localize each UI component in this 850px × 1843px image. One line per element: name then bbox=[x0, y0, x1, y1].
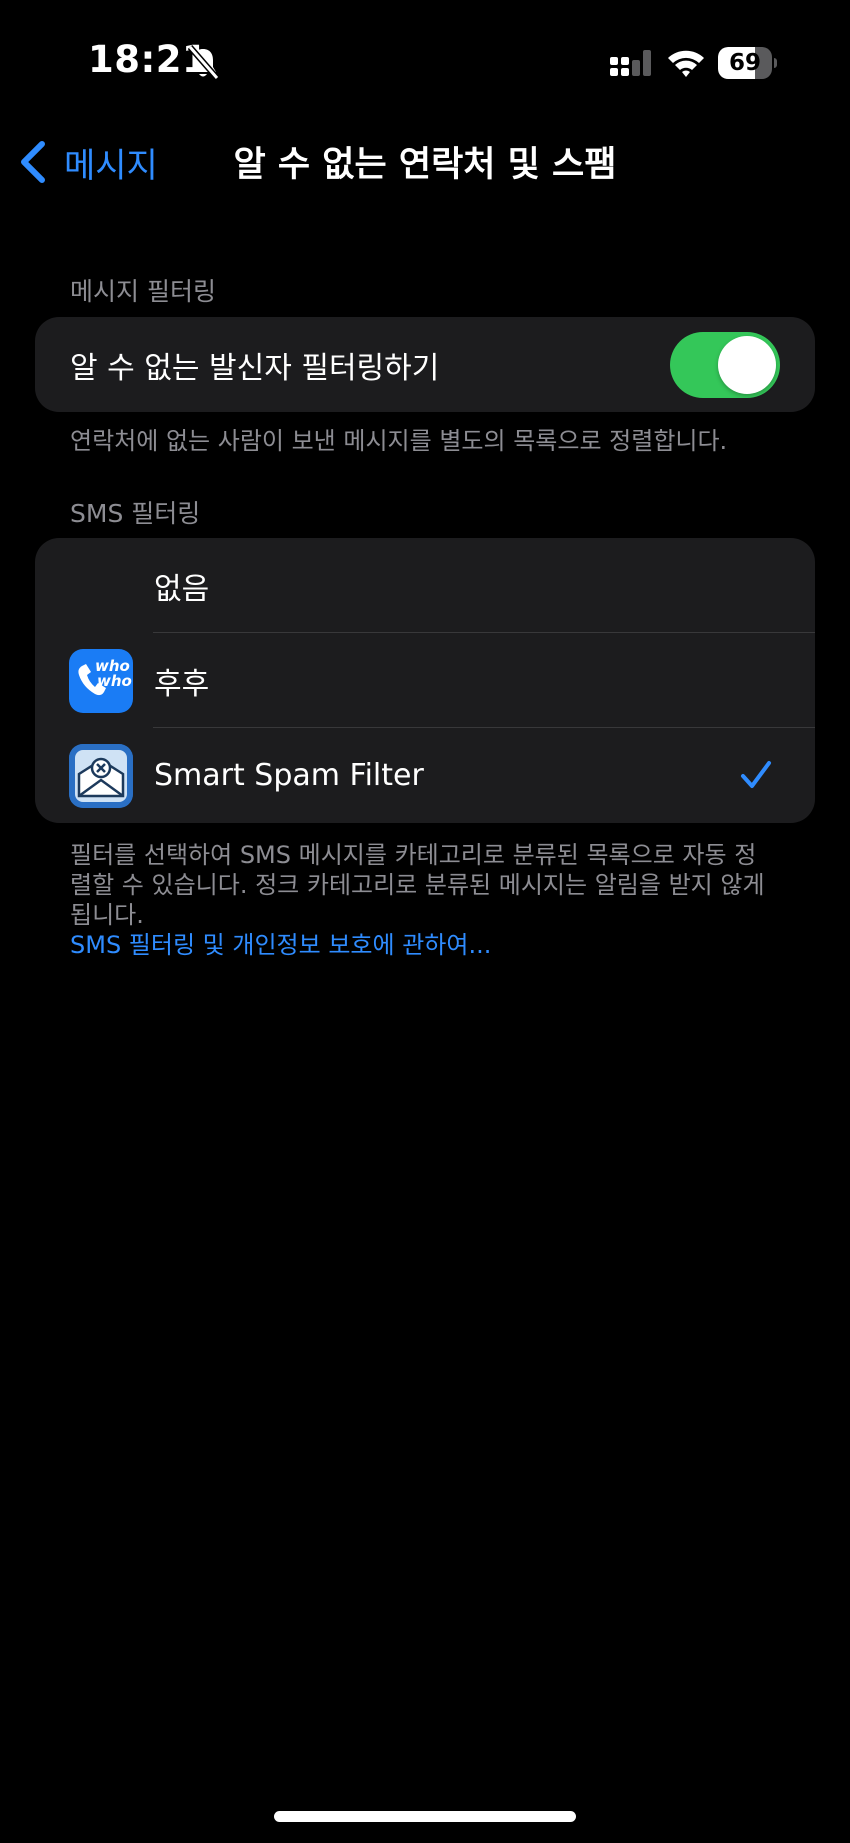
whowho-icon-text: who who bbox=[95, 657, 132, 690]
message-filtering-card: 알 수 없는 발신자 필터링하기 bbox=[35, 317, 815, 412]
sms-filtering-footer-text: 필터를 선택하여 SMS 메시지를 카테고리로 분류된 목록으로 자동 정렬할 … bbox=[70, 841, 765, 929]
checkmark-icon bbox=[741, 761, 771, 788]
back-button[interactable]: 메시지 bbox=[14, 132, 158, 192]
page-title: 알 수 없는 연락처 및 스팸 bbox=[233, 145, 617, 185]
sms-filter-option-whowho[interactable]: who who 후후 bbox=[35, 633, 815, 728]
envelope-block-icon bbox=[69, 744, 133, 808]
back-button-label: 메시지 bbox=[64, 145, 158, 186]
cellular-signal-icon bbox=[610, 50, 651, 76]
battery-level: 69 bbox=[728, 50, 761, 76]
filter-unknown-senders-toggle[interactable] bbox=[670, 332, 780, 398]
home-indicator[interactable] bbox=[274, 1811, 576, 1822]
sms-filter-option-none[interactable]: 없음 bbox=[35, 538, 815, 633]
sms-filtering-privacy-link[interactable]: SMS 필터링 및 개인정보 보호에 관하여... bbox=[70, 930, 770, 960]
wifi-icon bbox=[668, 50, 704, 77]
battery-cap bbox=[774, 58, 777, 68]
sms-filter-option-label: 후후 bbox=[154, 666, 210, 702]
filter-unknown-senders-row: 알 수 없는 발신자 필터링하기 bbox=[35, 317, 815, 412]
message-filtering-header: 메시지 필터링 bbox=[70, 277, 216, 306]
message-filtering-footer: 연락처에 없는 사람이 보낸 메시지를 별도의 목록으로 정렬합니다. bbox=[70, 427, 728, 455]
filter-unknown-senders-label: 알 수 없는 발신자 필터링하기 bbox=[70, 350, 440, 386]
sms-filter-option-label: Smart Spam Filter bbox=[154, 758, 424, 793]
chevron-left-icon bbox=[21, 141, 45, 183]
sms-filter-option-smart-spam-filter[interactable]: Smart Spam Filter bbox=[35, 728, 815, 823]
status-bar: 18:21 69 bbox=[0, 0, 850, 120]
battery-indicator: 69 bbox=[718, 47, 777, 79]
bell-slash-icon bbox=[187, 45, 220, 80]
sms-filtering-card: 없음 who who 후후 Smart Spam Filter bbox=[35, 538, 815, 823]
sms-filtering-footer: 필터를 선택하여 SMS 메시지를 카테고리로 분류된 목록으로 자동 정렬할 … bbox=[70, 840, 770, 960]
smart-spam-filter-app-icon bbox=[69, 744, 133, 808]
toggle-knob bbox=[718, 336, 776, 394]
sms-filter-option-label: 없음 bbox=[154, 571, 210, 607]
sms-filtering-header: SMS 필터링 bbox=[70, 499, 201, 528]
whowho-app-icon: who who bbox=[69, 649, 133, 713]
battery-body: 69 bbox=[718, 47, 772, 79]
